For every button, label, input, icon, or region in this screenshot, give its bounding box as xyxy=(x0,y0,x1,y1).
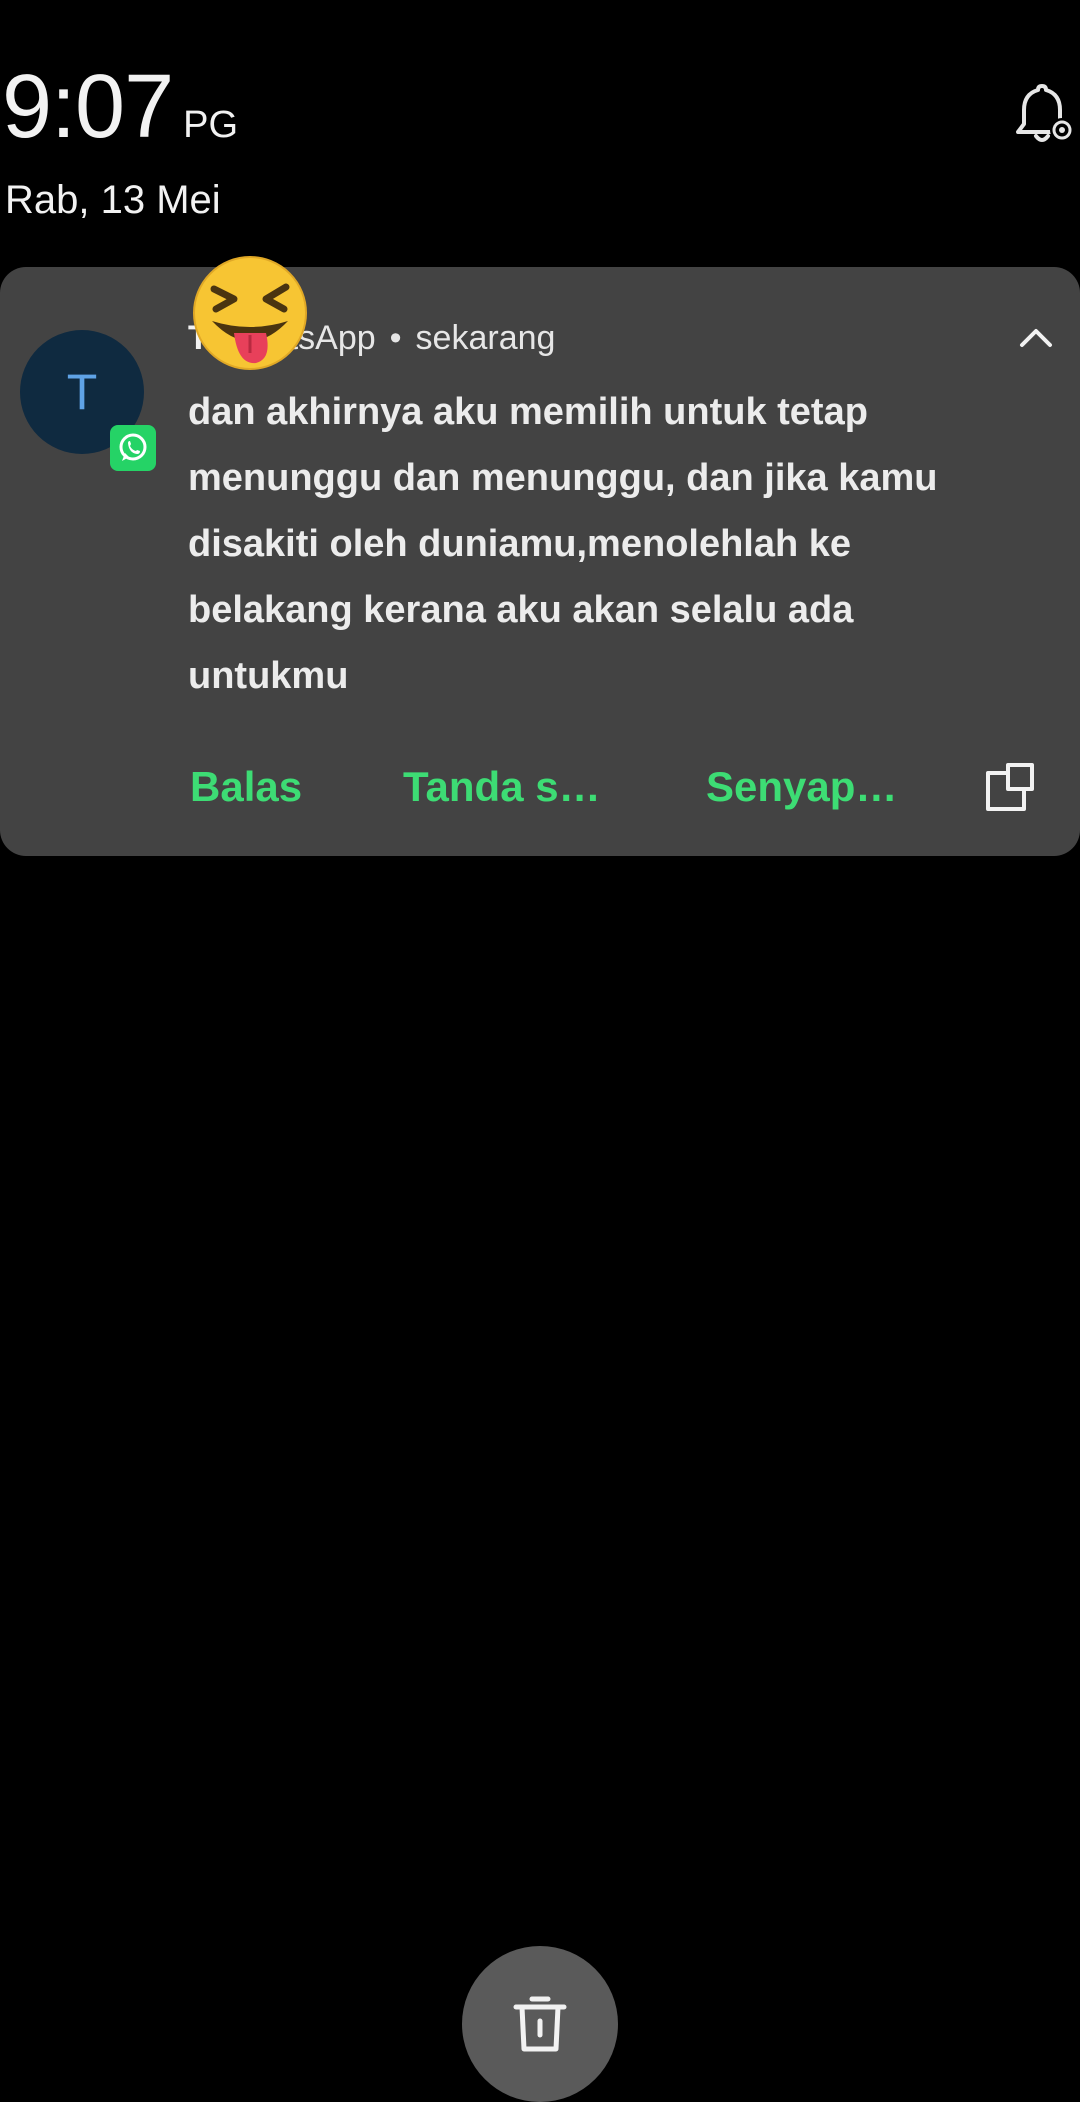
reply-button[interactable]: Balas xyxy=(190,747,302,827)
notification-message: dan akhirnya aku memilih untuk tetap men… xyxy=(188,391,938,697)
trash-icon xyxy=(513,1996,567,2052)
notification-time: sekarang xyxy=(415,319,556,357)
bell-settings-icon[interactable] xyxy=(1010,80,1080,150)
mark-as-read-button[interactable]: Tanda s… xyxy=(403,747,601,827)
expand-window-icon[interactable] xyxy=(982,759,1038,815)
lockscreen-date: Rab, 13 Mei xyxy=(5,178,221,222)
clock-time: 9:07 xyxy=(2,57,174,157)
header-separator: • xyxy=(389,319,402,357)
laughing-tongue-emoji xyxy=(190,253,310,373)
mute-button[interactable]: Senyap… xyxy=(706,747,897,827)
clear-all-button[interactable] xyxy=(462,1946,618,2102)
lockscreen-clock: 9:07 PG xyxy=(2,62,238,152)
chevron-up-icon[interactable] xyxy=(1014,317,1058,361)
clock-ampm: PG xyxy=(183,104,239,146)
whatsapp-icon xyxy=(110,425,156,471)
whatsapp-notification-card[interactable]: T T WhatsApp • sekarang dan akhirnya aku xyxy=(0,256,1080,856)
avatar-letter: T xyxy=(66,364,98,420)
notification-actions: Balas Tanda s… Senyap… xyxy=(0,747,1080,827)
